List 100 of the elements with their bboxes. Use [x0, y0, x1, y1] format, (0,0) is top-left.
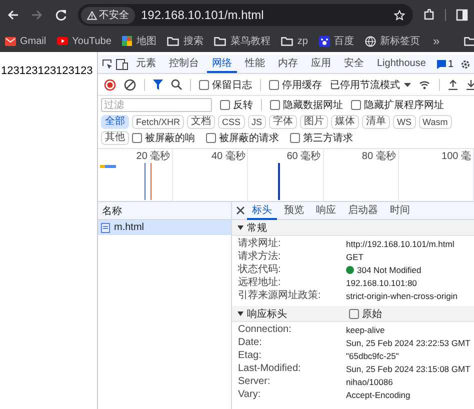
panel-tab[interactable]: 性能	[240, 55, 270, 73]
checkbox-label: 停用缓存	[282, 78, 322, 92]
back-arrow-icon[interactable]	[7, 9, 19, 21]
bookmark-item[interactable]: Gmail	[5, 36, 46, 46]
record-icon[interactable]	[104, 78, 116, 90]
header-name: 请求方法:	[238, 251, 282, 263]
mail-icon	[5, 36, 16, 46]
panel-tab[interactable]: 控制台	[164, 55, 204, 73]
header-name: 远程地址:	[238, 277, 282, 289]
type-filter-button[interactable]: 其他	[101, 131, 129, 145]
panel-tab[interactable]: Lighthouse	[372, 55, 431, 73]
header-value: 304 Not Modified	[357, 264, 422, 276]
header-value: 192.168.10.101:80	[346, 277, 417, 289]
type-filter-button[interactable]: 媒体	[331, 115, 360, 129]
clear-icon[interactable]	[124, 78, 136, 90]
column-header: 名称	[102, 204, 122, 218]
type-filter-button[interactable]: 字体	[269, 115, 298, 129]
panel-tab[interactable]: 网络	[207, 55, 237, 73]
bookmark-item[interactable]: 百度	[318, 34, 354, 48]
header-name: Etag:	[238, 350, 262, 362]
header-value: nihao/10086	[346, 376, 393, 388]
bookmark-item[interactable]: 搜索	[167, 34, 204, 48]
type-filter-button[interactable]: 全部	[101, 115, 129, 129]
header-name: Vary:	[238, 389, 262, 401]
reload-icon[interactable]	[55, 9, 67, 21]
bookmark-item[interactable]: 菜鸟教程	[214, 34, 270, 48]
page-text: 123123123123123	[0, 65, 93, 77]
bookmark-item[interactable]: 新标签页	[364, 34, 420, 48]
panel-tab[interactable]: 元素	[131, 55, 161, 73]
bookmark-item[interactable]: zp	[281, 36, 308, 46]
tick-label: 40 毫秒	[211, 151, 246, 162]
caret-icon	[404, 82, 411, 86]
document-icon	[101, 222, 110, 232]
url-text: 192.168.10.101/m.html	[141, 8, 265, 22]
checkbox[interactable]	[199, 80, 209, 90]
type-filter-button[interactable]: Wasm	[418, 115, 452, 129]
header-name: Server:	[238, 376, 272, 388]
message-icon	[436, 60, 446, 68]
inspect-icon[interactable]	[102, 58, 113, 70]
bookmark-item[interactable]: YouTube	[57, 36, 112, 46]
panel-tab[interactable]: 内存	[273, 55, 303, 73]
checkbox[interactable]	[206, 133, 216, 143]
checkbox-label: 隐藏扩展程序网址	[364, 98, 444, 112]
detail-tab[interactable]: 启动器	[343, 202, 383, 220]
panel-tab[interactable]: 应用	[306, 55, 336, 73]
tick-label: 60 毫秒	[286, 151, 321, 162]
side-panel-icon[interactable]	[456, 9, 468, 21]
bookmark-item[interactable]: 地图	[122, 34, 156, 48]
tick-label: 80 毫秒	[362, 151, 396, 162]
search-icon[interactable]	[171, 79, 182, 90]
checkbox-label: 原始	[362, 308, 382, 320]
header-value: keep-alive	[346, 324, 385, 336]
globe-icon	[364, 36, 376, 46]
type-filter-button[interactable]: 图片	[300, 115, 328, 129]
folder-icon[interactable]	[464, 36, 474, 46]
section-header[interactable]: 响应标头 原始	[232, 306, 474, 322]
panel-tab[interactable]: 安全	[339, 55, 369, 73]
device-toolbar-icon[interactable]	[116, 58, 128, 70]
header-name: Date:	[238, 337, 263, 349]
checkbox[interactable]	[132, 133, 142, 143]
type-filter-button[interactable]: CSS	[218, 115, 245, 129]
checkbox[interactable]	[220, 100, 230, 110]
wifi-settings-icon[interactable]	[419, 80, 431, 90]
filter-icon[interactable]	[153, 79, 163, 90]
expand-triangle-icon[interactable]	[237, 224, 244, 231]
type-filter-button[interactable]: JS	[248, 115, 266, 129]
detail-tab[interactable]: 时间	[385, 202, 415, 220]
header-value: GET	[346, 251, 364, 263]
type-filter-button[interactable]: 文档	[187, 115, 216, 129]
type-filter-button[interactable]: WS	[393, 115, 416, 129]
tick-label: 100 毫	[442, 151, 471, 162]
checkbox[interactable]	[349, 308, 359, 318]
checkbox[interactable]	[351, 100, 361, 110]
throttling-dropdown[interactable]: 已停用节流模式	[330, 78, 411, 92]
detail-tab[interactable]: 预览	[279, 202, 309, 220]
type-filter-button[interactable]: Fetch/XHR	[132, 115, 184, 129]
request-row[interactable]: m.html	[98, 220, 231, 235]
expand-triangle-icon[interactable]	[237, 310, 244, 317]
security-chip[interactable]: 不安全	[81, 6, 135, 24]
checkbox-label: 第三方请求	[303, 132, 353, 145]
upload-icon[interactable]	[448, 79, 458, 90]
section-header[interactable]: 常规	[232, 220, 474, 236]
checkbox[interactable]	[269, 80, 279, 90]
more-bookmarks-button[interactable]: »	[430, 34, 442, 48]
settings-icon[interactable]	[460, 58, 470, 70]
header-value: "65dbc9fc-25"	[346, 350, 399, 362]
filter-field[interactable]: 过滤	[101, 98, 212, 112]
header-name: 请求网址:	[238, 238, 282, 250]
tick-label: 20 毫秒	[136, 151, 170, 162]
warning-icon	[87, 10, 97, 20]
type-filter-button[interactable]: 清单	[362, 115, 390, 129]
checkbox[interactable]	[270, 100, 280, 110]
issues-button[interactable]: 1	[434, 58, 456, 70]
close-icon[interactable]	[236, 206, 245, 215]
address-bar[interactable]: 不安全 192.168.10.101/m.html	[78, 4, 413, 26]
download-icon[interactable]	[466, 79, 474, 90]
checkbox[interactable]	[290, 133, 300, 143]
detail-tab[interactable]: 响应	[311, 202, 341, 220]
header-value: Accept-Encoding	[346, 389, 410, 401]
star-icon[interactable]	[394, 10, 405, 20]
